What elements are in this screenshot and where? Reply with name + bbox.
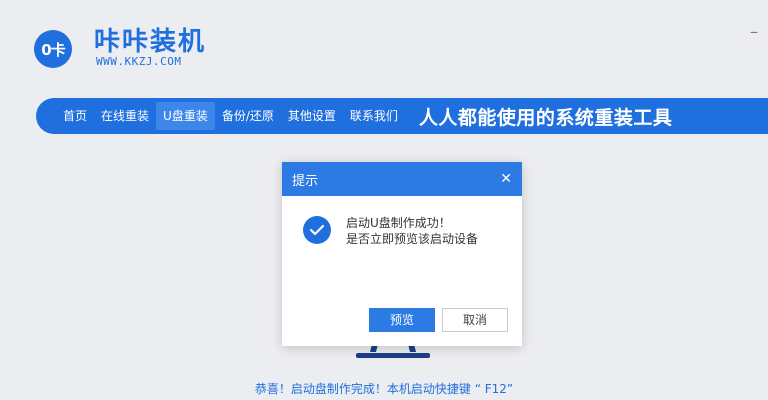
message-line-2: 是否立即预览该启动设备 — [346, 232, 479, 246]
message-line-1: 启动U盘制作成功！ — [346, 216, 451, 230]
app-url: WWW.KKZJ.COM — [96, 55, 182, 68]
nav-item-backup-restore[interactable]: 备份/还原 — [215, 102, 281, 130]
nav-item-other-settings[interactable]: 其他设置 — [281, 102, 343, 130]
dialog-header: 提示 ✕ — [282, 162, 522, 196]
nav-item-contact-us[interactable]: 联系我们 — [343, 102, 405, 130]
close-icon[interactable]: ✕ — [500, 171, 512, 187]
minimize-button[interactable]: – — [750, 22, 758, 41]
main-nav: 首页 在线重装 U盘重装 备份/还原 其他设置 联系我们 人人都能使用的系统重装… — [36, 98, 768, 134]
preview-button[interactable]: 预览 — [369, 308, 435, 332]
nav-slogan: 人人都能使用的系统重装工具 — [418, 106, 673, 129]
nav-item-usb-reinstall[interactable]: U盘重装 — [156, 102, 215, 130]
cancel-button[interactable]: 取消 — [442, 308, 508, 332]
dialog-message: 启动U盘制作成功！ 是否立即预览该启动设备 — [346, 215, 478, 247]
status-message: 恭喜！启动盘制作完成！本机启动快捷键 “ F12” — [254, 382, 514, 396]
check-circle-icon — [303, 216, 331, 244]
nav-item-home[interactable]: 首页 — [56, 102, 94, 130]
app-logo: 0卡 — [34, 30, 72, 68]
nav-items: 首页 在线重装 U盘重装 备份/还原 其他设置 联系我们 — [56, 102, 405, 130]
success-dialog: 提示 ✕ 启动U盘制作成功！ 是否立即预览该启动设备 预览 取消 — [282, 162, 522, 346]
app-title: 咔咔装机 — [94, 27, 207, 57]
nav-item-online-reinstall[interactable]: 在线重装 — [94, 102, 156, 130]
dialog-title: 提示 — [292, 173, 319, 189]
